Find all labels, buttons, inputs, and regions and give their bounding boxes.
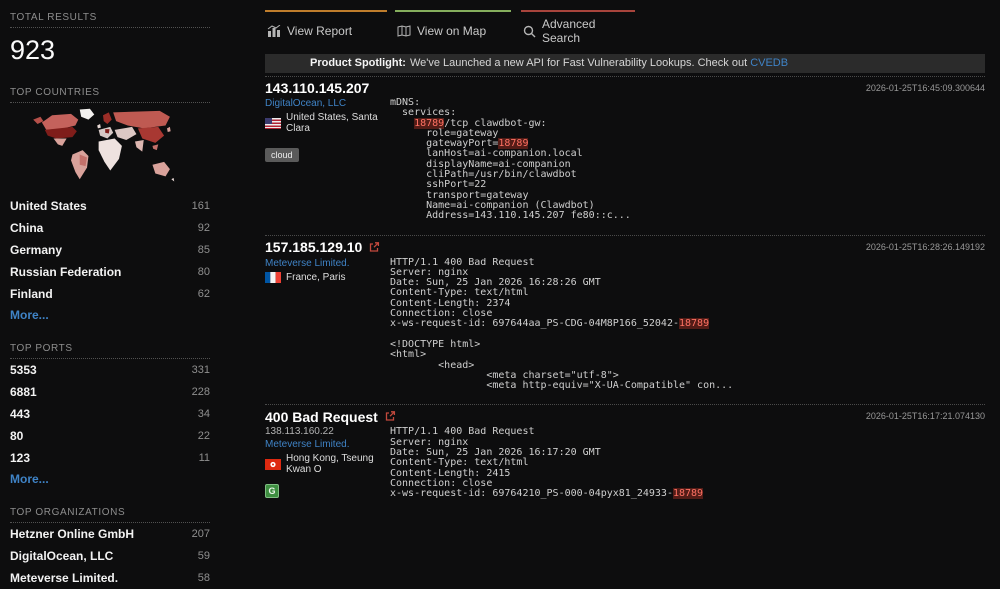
external-link-icon[interactable] [384,409,396,425]
result-title-link[interactable]: 400 Bad Request [265,409,378,425]
result-meta: Meteverse Limited. France, Paris [265,256,390,392]
organization-name[interactable]: DigitalOcean, LLC [10,549,113,563]
port-name[interactable]: 443 [10,407,30,421]
hk-flag-icon [265,459,281,470]
top-ports-label: TOP PORTS [10,343,210,359]
port-name[interactable]: 123 [10,451,30,465]
more-countries-link[interactable]: More... [10,308,49,322]
organization-link[interactable]: Meteverse Limited. [265,258,390,269]
search-result: 400 Bad Request 2026-01-25T16:17:21.0741… [265,404,985,499]
result-timestamp: 2026-01-25T16:28:26.149192 [866,239,985,252]
service-banner: HTTP/1.1 400 Bad Request Server: nginx D… [390,258,985,392]
country-name[interactable]: United States [10,199,87,213]
result-timestamp: 2026-01-25T16:45:09.300644 [866,80,985,93]
port-row: 5353 331 [10,359,210,381]
port-count: 331 [192,364,210,376]
map-icon [397,25,411,37]
total-results-value: 923 [10,35,210,66]
country-count: 62 [198,288,210,300]
port-count: 22 [198,430,210,442]
tab-view-report[interactable]: View Report [265,10,387,47]
world-map-heatmap [10,103,210,195]
organization-count: 59 [198,550,210,562]
country-name[interactable]: Russian Federation [10,265,121,279]
country-name[interactable]: Germany [10,243,62,257]
organization-count: 207 [192,528,210,540]
country-row: Finland 62 [10,283,210,305]
tag-cloud[interactable]: cloud [265,148,299,162]
organization-row: DigitalOcean, LLC 59 [10,545,210,567]
port-name[interactable]: 5353 [10,363,37,377]
search-result: 157.185.129.10 2026-01-25T16:28:26.14919… [265,235,985,392]
search-icon [523,25,536,38]
country-count: 92 [198,222,210,234]
country-row: China 92 [10,217,210,239]
port-row: 123 11 [10,447,210,469]
country-name[interactable]: Finland [10,287,53,301]
product-spotlight-banner: Product Spotlight: We've Launched a new A… [265,54,985,73]
top-organizations-label: TOP ORGANIZATIONS [10,507,210,523]
organization-row: Hetzner Online GmbH 207 [10,523,210,545]
port-count: 228 [192,386,210,398]
result-meta: 138.113.160.22 Meteverse Limited. Hong K… [265,425,390,499]
tab-view-on-map[interactable]: View on Map [395,10,511,47]
port-row: 80 22 [10,425,210,447]
tab-advanced-search[interactable]: Advanced Search [521,10,635,47]
result-meta: DigitalOcean, LLC United States, Santa C… [265,96,390,222]
tab-label: View Report [287,24,352,38]
service-banner: mDNS: services: 18789/tcp clawdbot-gw: r… [390,98,985,222]
country-count: 85 [198,244,210,256]
result-ip-link[interactable]: 157.185.129.10 [265,239,362,255]
more-ports-link[interactable]: More... [10,472,49,486]
top-countries-label: TOP COUNTRIES [10,87,210,103]
external-link-icon[interactable] [368,240,380,256]
result-ip: 138.113.160.22 [265,426,390,437]
result-ip-link[interactable]: 143.110.145.207 [265,80,369,96]
country-name[interactable]: China [10,221,43,235]
toolbar-tabs: View Report View on Map Advanced Search [265,10,985,47]
result-location: Hong Kong, Tseung Kwan O [286,453,390,475]
world-map-svg [28,108,178,188]
port-row: 6881 228 [10,381,210,403]
country-row: United States 161 [10,195,210,217]
organization-link[interactable]: DigitalOcean, LLC [265,98,390,109]
country-count: 161 [192,200,210,212]
result-timestamp: 2026-01-25T16:17:21.074130 [866,408,985,421]
port-name[interactable]: 6881 [10,385,37,399]
organization-name[interactable]: Meteverse Limited. [10,571,118,585]
country-row: Russian Federation 80 [10,261,210,283]
us-flag-icon [265,118,281,129]
port-name[interactable]: 80 [10,429,23,443]
port-row: 443 34 [10,403,210,425]
tab-label: Advanced Search [542,17,635,45]
fr-flag-icon [265,272,281,283]
organization-row: Meteverse Limited. 58 [10,567,210,589]
organization-link[interactable]: Meteverse Limited. [265,439,390,450]
spotlight-message: We've Launched a new API for Fast Vulner… [410,57,747,69]
port-count: 11 [199,452,210,464]
facet-sidebar: TOTAL RESULTS 923 TOP COUNTRIES [0,0,250,589]
result-location: United States, Santa Clara [286,112,390,134]
country-count: 80 [198,266,210,278]
tab-label: View on Map [417,24,486,38]
cvedb-link[interactable]: CVEDB [750,57,788,69]
page: TOTAL RESULTS 923 TOP COUNTRIES [0,0,1000,589]
results-main: View Report View on Map Advanced Search … [250,0,1000,589]
bar-chart-icon [267,25,281,37]
result-location: France, Paris [286,272,345,283]
spotlight-prefix: Product Spotlight: [310,57,406,69]
organization-count: 58 [198,572,210,584]
port-count: 34 [198,408,210,420]
organization-name[interactable]: Hetzner Online GmbH [10,527,134,541]
country-row: Germany 85 [10,239,210,261]
total-results-label: TOTAL RESULTS [10,12,210,28]
search-result: 143.110.145.207 2026-01-25T16:45:09.3006… [265,76,985,222]
site-favicon-icon: G [265,484,279,498]
